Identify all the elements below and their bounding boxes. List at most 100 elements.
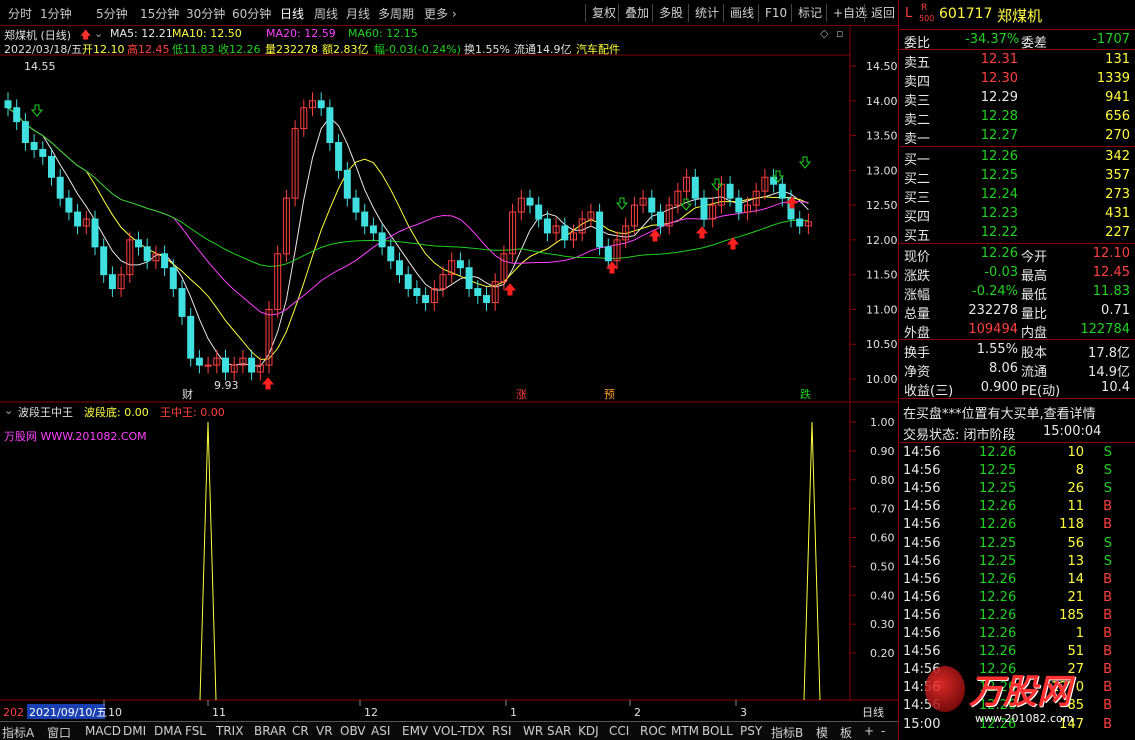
status-time: 15:00:04 — [1043, 424, 1102, 439]
indicator-tab[interactable]: SAR — [547, 724, 571, 738]
indicator-tab[interactable]: DMI — [123, 724, 146, 738]
stat-label: 最高 — [1021, 269, 1048, 284]
tick-volume: 185 — [1059, 607, 1084, 623]
indicator-dropdown-icon[interactable]: ⌄ — [4, 404, 13, 417]
bid-row: 买四 12.23 431 — [899, 205, 1135, 225]
indicator-tab[interactable]: 指标B — [771, 724, 803, 740]
indicator-tab[interactable]: RSI — [492, 724, 512, 738]
candle-body — [91, 218, 99, 248]
tick-volume: 10 — [1067, 445, 1084, 460]
ask-row: 卖五 12.31 131 — [899, 51, 1135, 71]
indicator-tab[interactable]: CCI — [609, 724, 629, 738]
stat-label: 最低 — [1021, 288, 1048, 303]
indicator-tab[interactable]: EMV — [402, 724, 428, 738]
stat-value: 11.83 — [1092, 284, 1130, 299]
indicator-tab[interactable]: WR — [523, 724, 543, 738]
candle-body — [222, 357, 229, 373]
ask-row: 卖二 12.28 656 — [899, 108, 1135, 128]
stat-value: 109494 — [968, 322, 1018, 337]
bid-price: 12.22 — [980, 225, 1018, 240]
indicator-tab[interactable]: VOL-TDX — [433, 724, 485, 738]
indicator-tab[interactable]: FSL — [185, 724, 206, 738]
ask-price: 12.29 — [980, 90, 1018, 105]
tick-time: 14:56 — [903, 445, 941, 460]
bid-row: 买二 12.25 357 — [899, 167, 1135, 187]
stat-label: 换手 — [904, 346, 931, 361]
stat-label: 今开 — [1021, 250, 1048, 265]
tick-row: 14:56 12.26 118 B — [899, 516, 1135, 534]
candle-body — [413, 288, 421, 297]
bid-label: 买三 — [904, 191, 931, 206]
buy-arrow-icon — [695, 226, 709, 239]
date-axis-selected: 2021/09/10/五 — [29, 706, 107, 719]
candle-body — [535, 204, 543, 220]
tick-price: 12.26 — [979, 499, 1017, 515]
tick-row: 14:56 12.25 56 S — [899, 535, 1135, 553]
candle-body — [691, 176, 699, 199]
tick-price: 12.26 — [979, 445, 1017, 460]
kline-chart[interactable]: 14.5014.0013.5013.0012.5012.0011.5011.00… — [0, 0, 898, 721]
bid-price: 12.24 — [980, 187, 1018, 202]
indicator-tab[interactable]: 窗口 — [47, 724, 71, 740]
indicator-tab[interactable]: ROC — [640, 724, 666, 738]
badge-r: R — [921, 3, 928, 13]
indicator-tab[interactable]: 板 — [840, 724, 852, 740]
ask-row: 卖三 12.29 941 — [899, 89, 1135, 109]
tick-direction: S — [1103, 481, 1112, 497]
indicator-tab[interactable]: 指标A — [2, 724, 34, 740]
notice-row[interactable]: 在买盘***位置有大买单,查看详情 — [899, 402, 1135, 422]
indicator-tab[interactable]: OBV — [340, 724, 366, 738]
indicator-name[interactable]: 波段王中王 — [18, 404, 73, 420]
indicator-tab[interactable]: PSY — [740, 724, 762, 738]
price-axis-label: 11.00 — [866, 303, 898, 316]
indicator-axis-label: 0.20 — [870, 647, 895, 660]
bid-row: 买一 12.26 342 — [899, 148, 1135, 168]
indicator-tab[interactable]: MTM — [671, 724, 699, 738]
indicator-tab[interactable]: + — [864, 724, 874, 738]
indicator-v1: 波段底: 0.00 — [84, 406, 149, 419]
indicator-tab[interactable]: CR — [292, 724, 309, 738]
indicator-tab[interactable]: VR — [316, 724, 333, 738]
tick-row: 14:56 12.26 11 B — [899, 498, 1135, 516]
tick-time: 14:56 — [903, 571, 941, 587]
indicator-watermark: 万股网 WWW.201082.COM — [4, 430, 147, 443]
stock-name: 郑煤机 — [997, 7, 1043, 25]
candle-body — [343, 169, 351, 199]
tick-time: 14:56 — [903, 463, 941, 479]
candle-body — [796, 218, 804, 227]
indicator-tab[interactable]: BRAR — [254, 724, 287, 738]
indicator-tab[interactable]: ASI — [371, 724, 390, 738]
bid-price: 12.23 — [980, 206, 1018, 221]
candle-body — [456, 260, 464, 269]
buy-arrow-icon — [503, 283, 517, 296]
indicator-tab[interactable]: KDJ — [578, 724, 599, 738]
tick-direction: B — [1103, 644, 1112, 660]
indicator-tab[interactable]: TRIX — [216, 724, 243, 738]
candle-body — [596, 211, 604, 248]
candle-body — [326, 107, 334, 144]
date-axis-label: 2 — [634, 706, 641, 719]
indicator-tab[interactable]: MACD — [85, 724, 121, 738]
indicator-tab[interactable]: DMA — [154, 724, 182, 738]
stat-value: 232278 — [968, 303, 1018, 318]
tick-price: 12.25 — [979, 553, 1017, 569]
ask-volume: 270 — [1105, 128, 1130, 143]
tick-row: 14:56 12.26 1 B — [899, 625, 1135, 643]
tick-row: 14:56 12.26 10 S — [899, 444, 1135, 462]
price-axis-label: 12.00 — [866, 234, 898, 247]
quote-panel: L R 500 601717 郑煤机 委比 -34.37% 委差 -1707 卖… — [898, 0, 1135, 740]
bid-label: 买一 — [904, 153, 931, 168]
indicator-tab[interactable]: BOLL — [702, 724, 733, 738]
bid-price: 12.26 — [980, 149, 1018, 164]
stat-label: 现价 — [904, 250, 931, 265]
indicator-tab[interactable]: - — [881, 724, 885, 738]
stat-row: 外盘 109494 内盘 122784 — [899, 321, 1135, 341]
stat-label: 涨幅 — [904, 288, 931, 303]
tick-row: 14:56 12.25 13 S — [899, 553, 1135, 571]
candle-body — [648, 197, 656, 213]
stat-label: 股本 — [1021, 346, 1048, 361]
event-label: 预 — [604, 388, 615, 401]
indicator-tab[interactable]: 模 — [816, 724, 828, 740]
candle-body — [30, 142, 38, 150]
stat-value: 12.10 — [1092, 246, 1130, 261]
